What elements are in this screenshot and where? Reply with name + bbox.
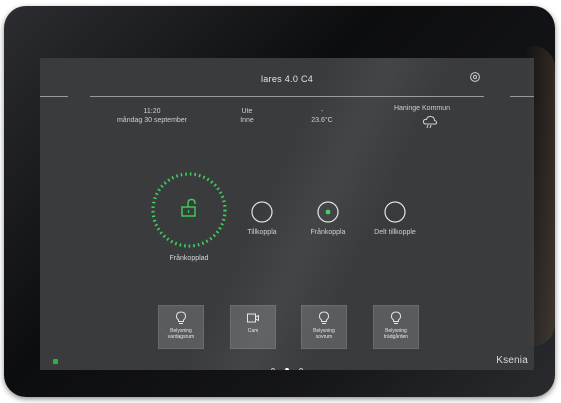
tile-lighting-garden[interactable]: Belysning trädgården	[373, 305, 419, 349]
page-dot-active[interactable]	[285, 368, 289, 370]
sensor-2-label: -	[320, 108, 324, 115]
weather-cloud-icon	[422, 115, 438, 129]
unlocked-padlock-icon	[181, 198, 196, 217]
tile-label-line2: vardagsrum	[167, 334, 195, 340]
page-indicator	[40, 359, 534, 370]
tile-label-line1: Cam	[247, 328, 259, 334]
tile-lighting-livingroom[interactable]: Belysning vardagsrum	[158, 305, 204, 349]
time-text: 11:20	[143, 108, 161, 115]
divider-center	[90, 96, 484, 97]
lightbulb-icon	[175, 311, 187, 324]
page-title: lares 4.0 C4	[260, 74, 314, 84]
sensor-1-label: Ute	[241, 108, 253, 115]
disarm-circle-icon	[317, 201, 339, 223]
mode-disarm-button[interactable]: Frånkoppla	[303, 201, 353, 236]
arm-circle-icon	[251, 201, 273, 223]
lightbulb-icon	[318, 311, 330, 324]
mode-disarm-label: Frånkoppla	[310, 229, 346, 236]
page-dot[interactable]	[299, 368, 304, 370]
brand-logo: Ksenia	[496, 355, 528, 366]
clock-block: 11:20 måndag 30 september	[102, 107, 202, 125]
sensor-2-block: - 23.6°C	[302, 107, 342, 125]
weather-block: Haninge Kommun	[382, 104, 462, 113]
tile-label-line2: trädgården	[383, 334, 409, 340]
tile-camera[interactable]: Cam	[230, 305, 276, 349]
mode-partial-arm-label: Delt tillkopple	[374, 229, 416, 236]
sensor-2-value: 23.6°C	[311, 117, 333, 124]
mode-arm-label: Tillkoppla	[247, 229, 277, 236]
date-text: måndag 30 september	[116, 117, 188, 124]
divider-right	[510, 96, 534, 97]
alarm-state-label: Frånkopplad	[169, 255, 209, 262]
sensor-1-value: Inne	[240, 117, 254, 124]
mode-partial-arm-button[interactable]: Delt tillkopple	[365, 201, 425, 236]
tile-lighting-bedroom[interactable]: Belysning sovrum	[301, 305, 347, 349]
location-text: Haninge Kommun	[393, 105, 451, 112]
settings-gear-icon[interactable]	[469, 71, 481, 83]
tile-label-line2: sovrum	[315, 334, 333, 340]
touch-screen: lares 4.0 C4 11:20 måndag 30 september U…	[40, 58, 534, 370]
sensor-1-block: Ute Inne	[232, 107, 262, 125]
page-dot[interactable]	[270, 368, 275, 370]
mode-arm-button[interactable]: Tillkoppla	[237, 201, 287, 236]
tablet-device: lares 4.0 C4 11:20 måndag 30 september U…	[4, 6, 555, 397]
divider-left	[40, 96, 68, 97]
status-led-icon	[53, 359, 58, 364]
lightbulb-icon	[390, 311, 402, 324]
partial-arm-circle-icon	[384, 201, 406, 223]
camera-icon	[247, 313, 259, 323]
